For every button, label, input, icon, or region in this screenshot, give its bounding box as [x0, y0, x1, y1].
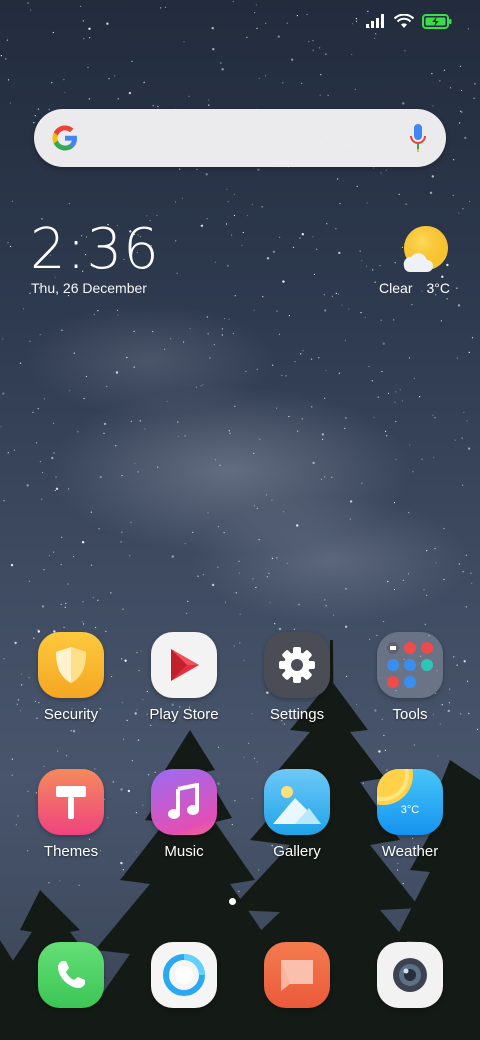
clock-date[interactable]: Thu, 26 December [31, 280, 147, 296]
weather-icon-temp: 3°C [400, 804, 420, 816]
status-bar [366, 10, 452, 32]
google-logo-icon [52, 125, 77, 151]
browser-icon [151, 942, 217, 1008]
page-indicator-dot [229, 898, 236, 905]
app-label: Themes [43, 843, 99, 860]
weather-condition: Clear [379, 280, 413, 296]
app-themes[interactable]: Themes [21, 769, 121, 860]
mountain-icon [264, 769, 330, 835]
phone-icon [38, 942, 104, 1008]
sun-cloud-icon[interactable] [398, 222, 454, 276]
dock-browser[interactable] [134, 942, 234, 1008]
shield-icon [38, 632, 104, 698]
clock-time[interactable]: 2:36 [30, 218, 160, 282]
music-note-icon [151, 769, 217, 835]
app-gallery[interactable]: Gallery [247, 769, 347, 860]
app-label: Security [43, 706, 99, 723]
signal-icon [366, 14, 384, 28]
app-label: Play Store [149, 706, 219, 723]
play-triangle-icon [151, 632, 217, 698]
mic-icon[interactable] [408, 123, 428, 153]
app-label: Settings [269, 706, 325, 723]
app-music[interactable]: Music [134, 769, 234, 860]
app-security[interactable]: Security [21, 632, 121, 723]
weather-icon: 3°C [377, 769, 443, 835]
app-label: Gallery [273, 843, 321, 860]
app-tools-folder[interactable]: Tools [360, 632, 460, 723]
battery-charging-icon [422, 13, 452, 29]
weather-temperature: 3°C [426, 280, 451, 296]
app-play-store[interactable]: Play Store [134, 632, 234, 723]
gear-icon [264, 632, 330, 698]
dock-messages[interactable] [247, 942, 347, 1008]
camera-icon [377, 942, 443, 1008]
app-label: Weather [381, 843, 439, 860]
dock-phone[interactable] [21, 942, 121, 1008]
app-label: Music [164, 843, 204, 860]
dock-camera[interactable] [360, 942, 460, 1008]
weather-summary[interactable]: Clear 3°C [379, 280, 450, 296]
folder-icon [377, 632, 443, 698]
wifi-icon [394, 13, 414, 28]
app-label: Tools [392, 706, 428, 723]
app-weather[interactable]: 3°C Weather [360, 769, 460, 860]
messages-icon [264, 942, 330, 1008]
paint-roller-icon [38, 769, 104, 835]
app-settings[interactable]: Settings [247, 632, 347, 723]
google-search-bar[interactable] [34, 109, 446, 167]
